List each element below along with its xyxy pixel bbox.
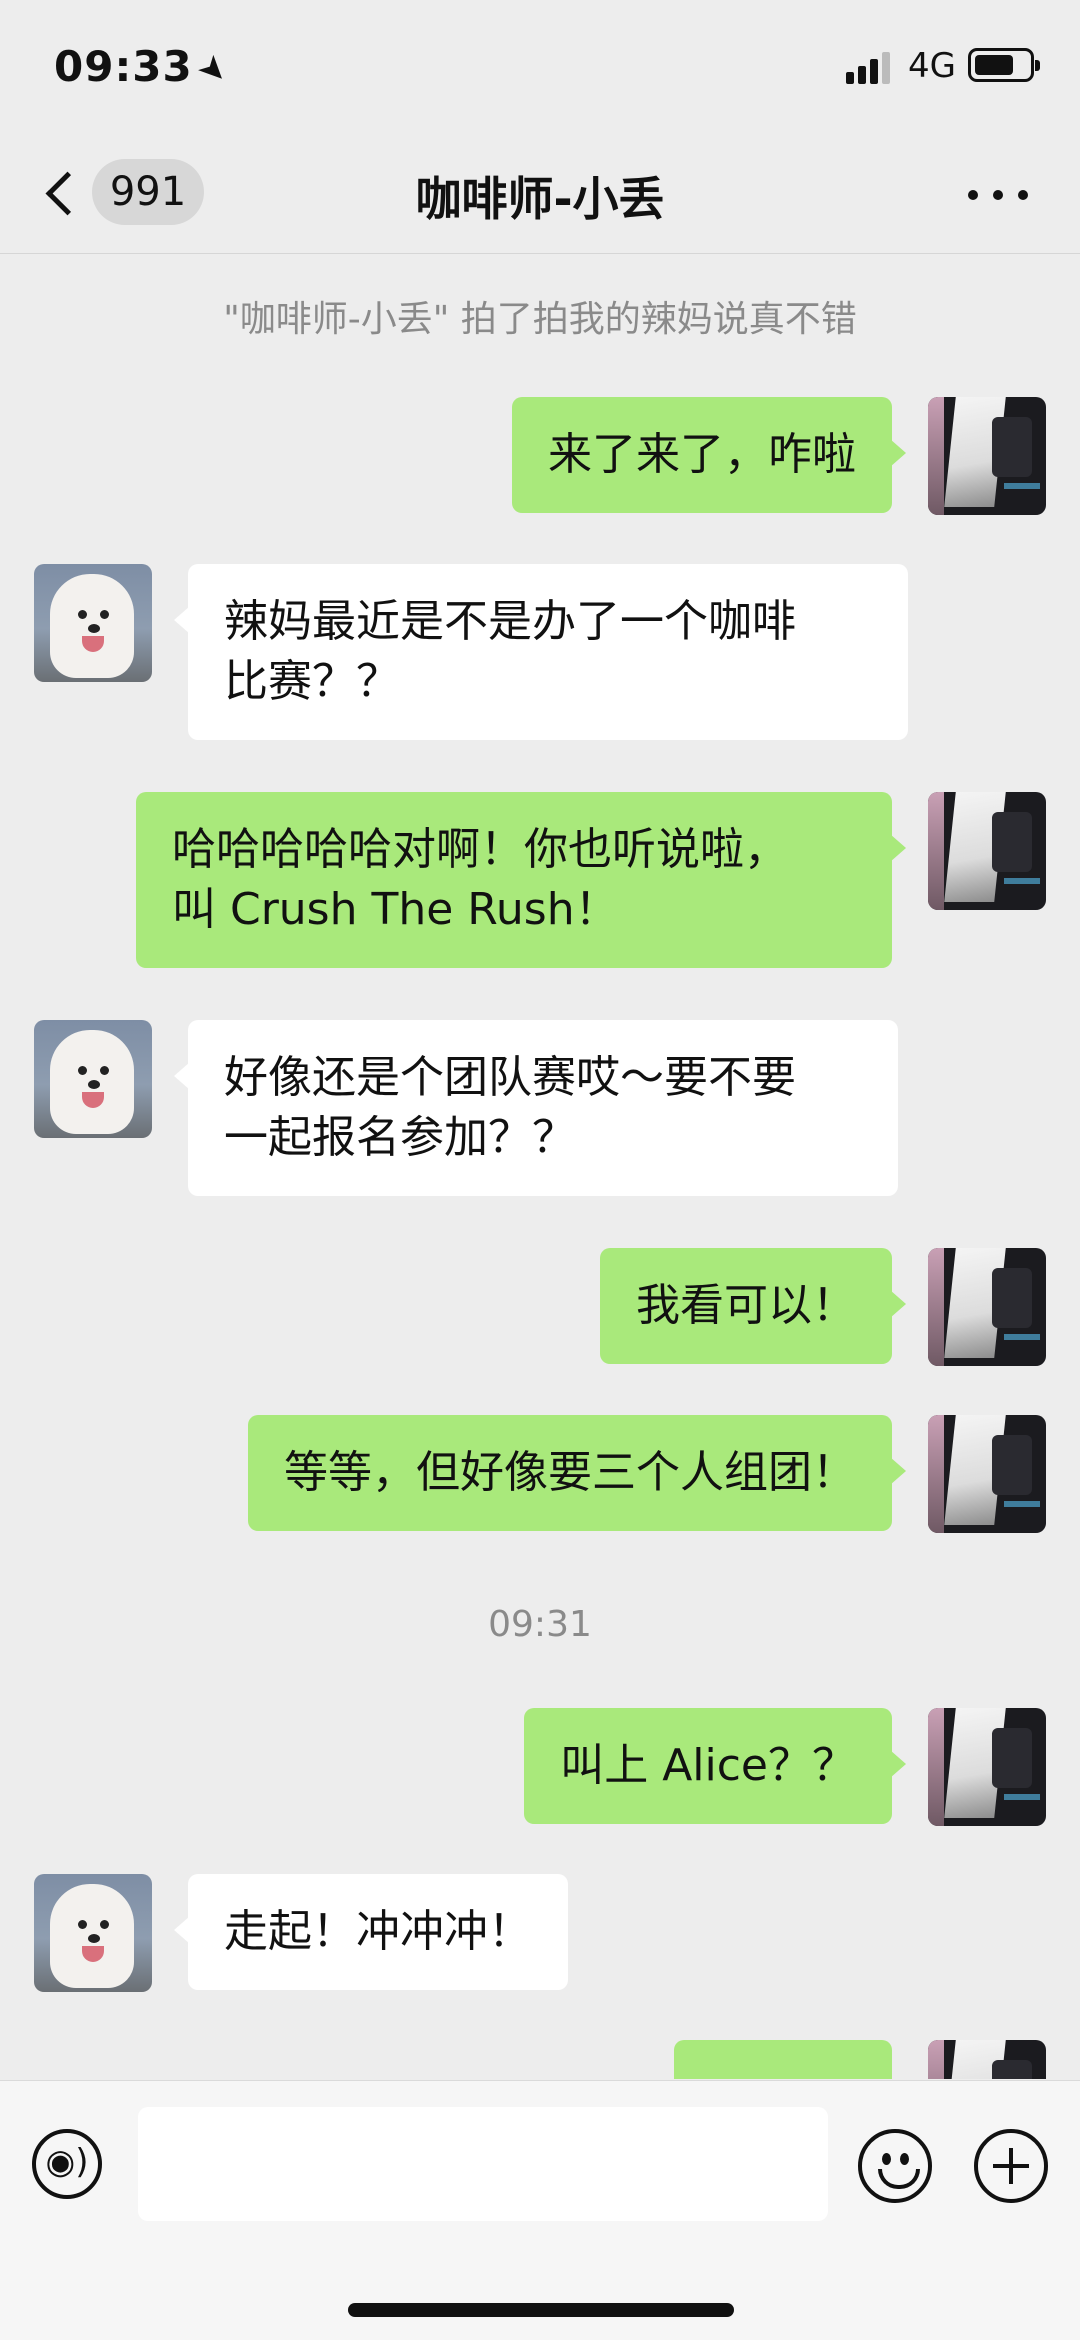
my-avatar[interactable]: [928, 2040, 1046, 2079]
my-message-bubble[interactable]: 叫上 Alice？？: [524, 1708, 906, 1824]
my-message-bubble[interactable]: 来了来了，咋啦: [512, 397, 906, 513]
my-message-bubble[interactable]: 等等，但好像要三个人组团！: [248, 1415, 906, 1531]
battery-icon: [968, 48, 1040, 82]
my-message-bubble[interactable]: [674, 2040, 892, 2079]
my-message-bubble[interactable]: 我看可以！: [600, 1248, 906, 1364]
status-time: 09:33➤: [54, 42, 239, 95]
my-avatar[interactable]: [928, 1708, 1046, 1826]
chat-title: 咖啡师-小丢: [415, 172, 665, 226]
contact-avatar[interactable]: [34, 1874, 152, 1992]
message-input[interactable]: [138, 2107, 828, 2221]
my-avatar[interactable]: [928, 397, 1046, 515]
plus-icon[interactable]: [974, 2129, 1048, 2203]
chat-header: 991 咖啡师-小丢: [0, 135, 1080, 254]
my-avatar[interactable]: [928, 792, 1046, 910]
network-type: 4G: [908, 46, 956, 86]
contact-avatar[interactable]: [34, 564, 152, 682]
voice-icon[interactable]: ◉): [32, 2129, 102, 2199]
my-avatar[interactable]: [928, 1415, 1046, 1533]
home-indicator[interactable]: [348, 2303, 734, 2317]
input-bar: ◉): [0, 2080, 1080, 2340]
contact-message-bubble[interactable]: 走起！冲冲冲！: [174, 1874, 568, 1990]
message-timestamp: 09:31: [488, 1604, 592, 1645]
contact-avatar[interactable]: [34, 1020, 152, 1138]
emoji-icon[interactable]: [858, 2129, 932, 2203]
status-bar: 09:33➤ 4G: [0, 0, 1080, 135]
more-icon[interactable]: [968, 185, 1028, 205]
contact-message-bubble[interactable]: 好像还是个团队赛哎～要不要 一起报名参加？？: [174, 1020, 898, 1196]
location-arrow-icon: ➤: [188, 45, 239, 95]
contact-message-bubble[interactable]: 辣妈最近是不是办了一个咖啡 比赛？？: [174, 564, 908, 740]
signal-icon: [846, 52, 894, 84]
message-list[interactable]: "咖啡师-小丢" 拍了拍我的辣妈说真不错 来了来了，咋啦 辣妈最近是不是办了一个…: [0, 254, 1080, 2079]
system-notice: "咖啡师-小丢" 拍了拍我的辣妈说真不错: [223, 299, 857, 340]
my-avatar[interactable]: [928, 1248, 1046, 1366]
my-message-bubble[interactable]: 哈哈哈哈哈对啊！你也听说啦， 叫 Crush The Rush！: [136, 792, 906, 968]
